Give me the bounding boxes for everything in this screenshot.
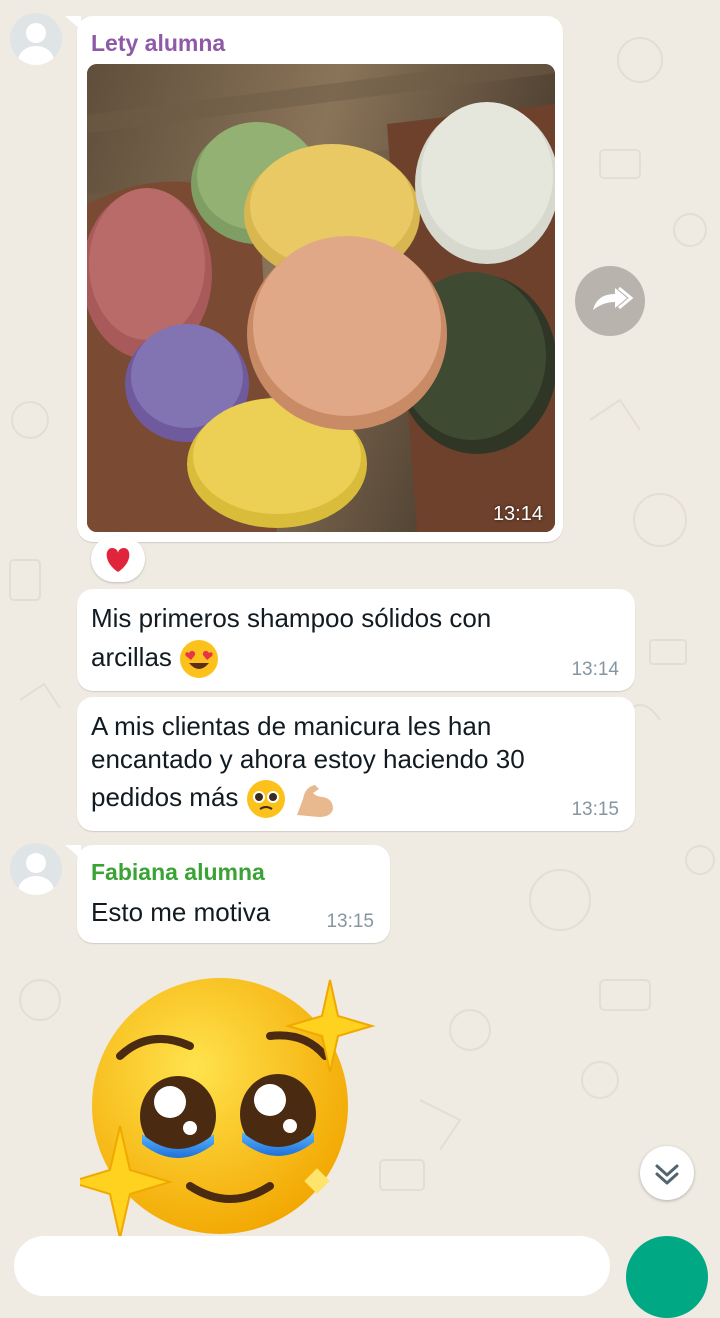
- message-text: arcillas: [91, 639, 219, 679]
- reaction-badge[interactable]: [91, 536, 145, 582]
- pleading-face-sparkles-sticker[interactable]: [80, 976, 380, 1236]
- heart-eyes-emoji-icon: [180, 640, 219, 678]
- flexed-biceps-emoji-icon: [296, 785, 333, 817]
- photo-image: [87, 64, 555, 532]
- message-bubble-photo[interactable]: Lety alumna 13:14: [65, 16, 563, 542]
- message-text: pedidos más: [91, 779, 337, 819]
- message-timestamp: 13:15: [571, 799, 619, 820]
- message-text: Esto me motiva: [91, 897, 271, 927]
- message-text: encantado y ahora estoy haciendo 30: [91, 744, 525, 774]
- message-text-line: pedidos más: [91, 781, 239, 812]
- sender-name: Fabiana alumna: [91, 859, 265, 885]
- message-timestamp: 13:14: [571, 659, 619, 680]
- message-text: A mis clientas de manicura les han: [91, 711, 492, 741]
- message-bubble[interactable]: Mis primeros shampoo sólidos con arcilla…: [77, 589, 635, 691]
- sender-name: Lety alumna: [91, 30, 226, 56]
- scroll-to-bottom-button[interactable]: [640, 1146, 694, 1200]
- message-input[interactable]: [14, 1236, 610, 1296]
- avatar[interactable]: [10, 13, 62, 65]
- message-bubble[interactable]: Fabiana alumna Esto me motiva 13:15: [65, 845, 390, 943]
- double-chevron-down-icon: [655, 1164, 679, 1185]
- photo-timestamp: 13:14: [492, 503, 543, 525]
- pleading-face-emoji-icon: [246, 780, 285, 818]
- message-text: Mis primeros shampoo sólidos con: [91, 603, 492, 633]
- red-heart-icon: [106, 548, 130, 572]
- message-bubble[interactable]: A mis clientas de manicura les han encan…: [77, 697, 635, 831]
- shampoo-bars-photo[interactable]: 13:14: [87, 64, 555, 532]
- avatar[interactable]: [10, 843, 62, 895]
- mic-button[interactable]: [626, 1236, 708, 1318]
- message-text-line: arcillas: [91, 641, 172, 672]
- message-timestamp: 13:15: [326, 911, 374, 932]
- forward-icon: [593, 286, 634, 310]
- forward-button[interactable]: [575, 266, 645, 336]
